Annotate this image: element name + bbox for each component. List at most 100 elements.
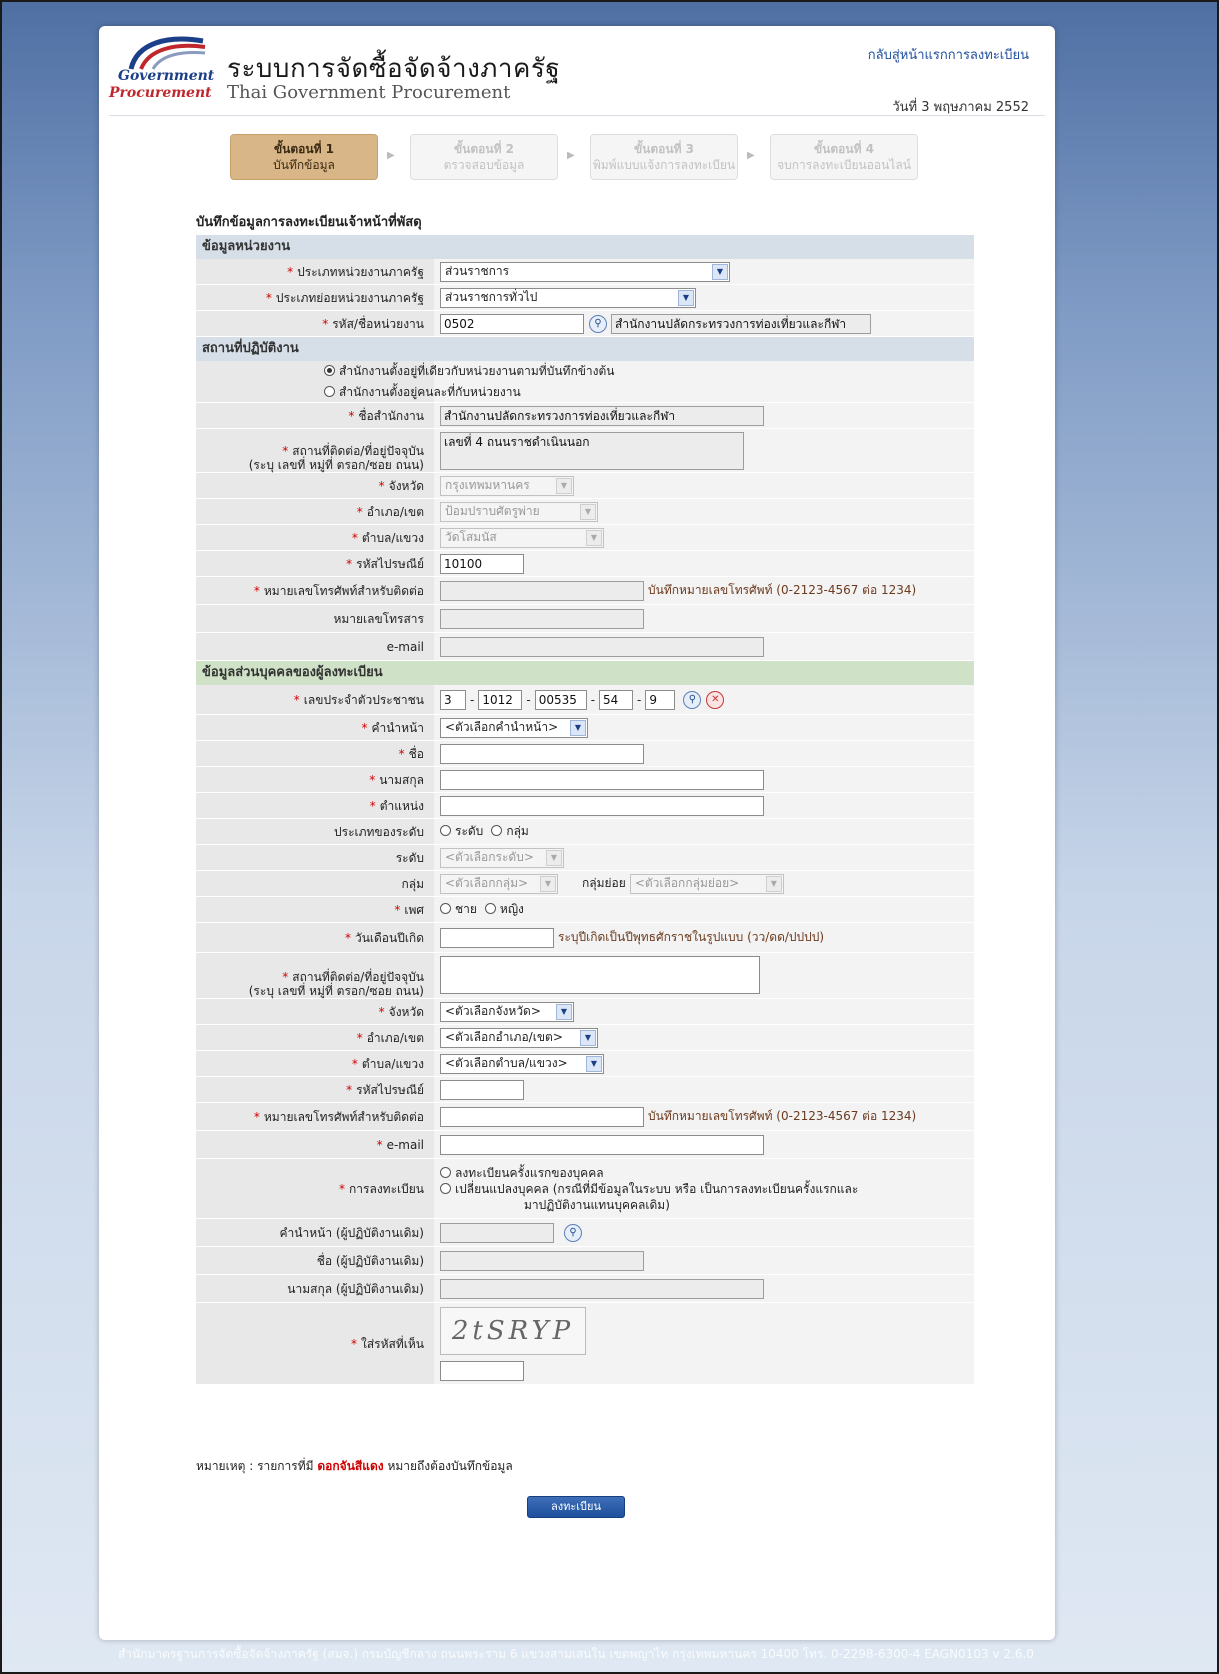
level-type-option-group[interactable]: กลุ่ม <box>491 822 529 841</box>
search-icon[interactable]: ⚲ <box>589 314 607 333</box>
note-red-asterisk-text: ดอกจันสีแดง <box>317 1459 384 1473</box>
current-date: วันที่ 3 พฤษภาคม 2552 <box>892 100 1029 115</box>
position-input[interactable] <box>440 795 764 816</box>
agency-subtype-select[interactable]: ส่วนราชการทั่วไป ▼ <box>440 287 696 308</box>
level-select: <ตัวเลือกระดับ> ▼ <box>440 847 564 868</box>
captcha-label: ใส่รหัสที่เห็น <box>361 1336 424 1351</box>
person-district-value: <ตัวเลือกอำเภอ/เขต> <box>445 1030 563 1044</box>
chevron-down-icon: ▼ <box>580 503 596 520</box>
gender-option-male[interactable]: ชาย <box>440 900 477 919</box>
citizen-id-part-1[interactable]: 3 <box>440 689 466 710</box>
first-name-input[interactable] <box>440 743 644 764</box>
citizen-id-part-5[interactable]: 9 <box>645 689 676 710</box>
level-type-option-level[interactable]: ระดับ <box>440 822 483 841</box>
office-same-location-option[interactable]: สำนักงานตั้งอยู่ที่เดียวกับหน่วยงานตามที… <box>324 362 615 381</box>
required-note: หมายเหตุ : รายการที่มี ดอกจันสีแดง หมายถ… <box>196 1459 513 1473</box>
person-phone-input[interactable] <box>440 1106 644 1127</box>
clear-icon[interactable]: ✕ <box>706 690 725 709</box>
person-address-input[interactable] <box>440 956 760 994</box>
office-fax-input[interactable] <box>440 608 644 629</box>
dob-input[interactable] <box>440 927 554 948</box>
office-email-input[interactable] <box>440 636 764 657</box>
agency-code-input[interactable]: 0502 <box>440 313 584 334</box>
back-to-registration-home-link[interactable]: กลับสู่หน้าแรกการลงทะเบียน <box>868 44 1029 65</box>
required-mark: * <box>282 970 289 984</box>
last-name-input[interactable] <box>440 769 764 790</box>
step-title: ขั้นตอนที่ 4 <box>813 142 875 156</box>
step-subtitle: พิมพ์แบบแจ้งการลงทะเบียน <box>592 158 736 172</box>
office-phone-hint: บันทึกหมายเลขโทรศัพท์ (0-2123-4567 ต่อ 1… <box>648 583 917 597</box>
step-1: ขั้นตอนที่ 1 บันทึกข้อมูล <box>230 134 378 180</box>
required-mark: * <box>361 720 368 735</box>
office-fax-label: หมายเลขโทรสาร <box>333 611 424 626</box>
dob-label: วันเดือนปีเกิด <box>354 930 424 945</box>
required-mark: * <box>351 1336 357 1351</box>
register-button[interactable]: ลงทะเบียน <box>527 1496 625 1518</box>
prefix-label: คำนำหน้า <box>371 720 424 735</box>
required-mark: * <box>398 746 405 761</box>
step-2: ขั้นตอนที่ 2 ตรวจสอบข้อมูล <box>410 134 558 180</box>
section-agency: ข้อมูลหน่วยงาน <box>196 235 974 259</box>
office-province-value: กรุงเทพมหานคร <box>445 478 530 492</box>
header-divider <box>109 115 1045 116</box>
chevron-down-icon: ▼ <box>712 263 728 280</box>
required-mark: * <box>253 1109 260 1124</box>
step-arrow-icon: ▶ <box>747 150 755 161</box>
agency-type-select[interactable]: ส่วนราชการ ▼ <box>440 261 730 282</box>
citizen-id-part-4[interactable]: 54 <box>599 689 634 710</box>
required-mark: * <box>293 692 300 707</box>
person-subdistrict-select[interactable]: <ตัวเลือกตำบล/แขวง> ▼ <box>440 1053 604 1074</box>
agency-subtype-label: ประเภทย่อยหน่วยงานภาครัฐ <box>275 290 424 305</box>
required-mark: * <box>344 930 351 945</box>
agency-subtype-value: ส่วนราชการทั่วไป <box>445 290 538 304</box>
office-province-select: กรุงเทพมหานคร ▼ <box>440 475 574 496</box>
office-zip-input[interactable]: 10100 <box>440 553 524 574</box>
person-province-select[interactable]: <ตัวเลือกจังหวัด> ▼ <box>440 1001 574 1022</box>
office-address-hint: (ระบุ เลขที่ หมู่ที่ ตรอก/ซอย ถนน) <box>248 458 424 472</box>
chevron-down-icon: ▼ <box>556 1003 572 1020</box>
old-last-name-field <box>440 1278 764 1299</box>
step-title: ขั้นตอนที่ 2 <box>453 142 515 156</box>
citizen-id-part-3[interactable]: 00535 <box>534 689 587 710</box>
required-mark: * <box>394 902 401 917</box>
office-phone-input[interactable] <box>440 580 644 601</box>
office-address-label: สถานที่ติดต่อ/ที่อยู่ปัจจุบัน <box>292 444 424 458</box>
search-icon[interactable]: ⚲ <box>564 1223 582 1242</box>
gender-option-female[interactable]: หญิง <box>484 900 524 919</box>
captcha-input[interactable] <box>440 1360 524 1381</box>
subgroup-select: <ตัวเลือกกลุ่มย่อย> ▼ <box>629 873 784 894</box>
required-mark: * <box>346 1082 353 1097</box>
person-phone-hint: บันทึกหมายเลขโทรศัพท์ (0-2123-4567 ต่อ 1… <box>648 1109 917 1123</box>
required-mark: * <box>339 1181 346 1196</box>
step-subtitle: บันทึกข้อมูล <box>273 158 335 172</box>
registration-type-first-time[interactable]: ลงทะเบียนครั้งแรกของบุคคล <box>440 1165 604 1181</box>
office-subdistrict-value: วัดโสมนัส <box>445 530 497 544</box>
logo-swoosh-icon <box>128 36 206 70</box>
search-icon[interactable]: ⚲ <box>683 690 702 709</box>
level-label: ระดับ <box>395 850 424 865</box>
prefix-select[interactable]: <ตัวเลือกคำนำหน้า> ▼ <box>440 717 588 738</box>
office-subdistrict-select: วัดโสมนัส ▼ <box>440 527 604 548</box>
person-zip-input[interactable] <box>440 1079 524 1100</box>
page-footer: สำนักมาตรฐานการจัดซื้อจัดจ้างภาครัฐ (สมจ… <box>118 1647 1034 1661</box>
person-district-label: อำเภอ/เขต <box>366 1030 424 1045</box>
registration-type-change-person[interactable]: เปลี่ยนแปลงบุคคล (กรณีที่มีข้อมูลในระบบ … <box>440 1181 858 1197</box>
registration-type-change-person-cont: มาปฏิบัติงานแทนบุคคลเดิม) <box>524 1197 670 1212</box>
person-address-label: สถานที่ติดต่อ/ที่อยู่ปัจจุบัน <box>292 970 424 984</box>
person-subdistrict-value: <ตัวเลือกตำบล/แขวง> <box>445 1056 568 1070</box>
person-district-select[interactable]: <ตัวเลือกอำเภอ/เขต> ▼ <box>440 1027 598 1048</box>
office-different-location-option[interactable]: สำนักงานตั้งอยู่คนละที่กับหน่วยงาน <box>324 383 521 402</box>
citizen-id-part-2[interactable]: 1012 <box>478 689 523 710</box>
office-email-label: e-mail <box>386 639 424 654</box>
logo-text-procurement: Procurement <box>109 85 212 101</box>
chevron-down-icon: ▼ <box>540 875 556 892</box>
step-subtitle: ตรวจสอบข้อมูล <box>443 158 525 172</box>
agency-name-field: สำนักงานปลัดกระทรวงการท่องเที่ยวและกีฬา <box>611 313 871 334</box>
registration-form: ข้อมูลหน่วยงาน * ประเภทหน่วยงานภาครัฐ ส่ว… <box>196 235 974 1385</box>
person-phone-label: หมายเลขโทรศัพท์สำหรับติดต่อ <box>263 1109 424 1124</box>
office-subdistrict-label: ตำบล/แขวง <box>361 530 424 545</box>
office-name-label: ชื่อสำนักงาน <box>358 408 424 423</box>
person-email-input[interactable] <box>440 1134 764 1155</box>
office-district-select: ป้อมปราบศัตรูพ่าย ▼ <box>440 501 598 522</box>
old-prefix-label: คำนำหน้า (ผู้ปฏิบัติงานเดิม) <box>279 1225 424 1240</box>
